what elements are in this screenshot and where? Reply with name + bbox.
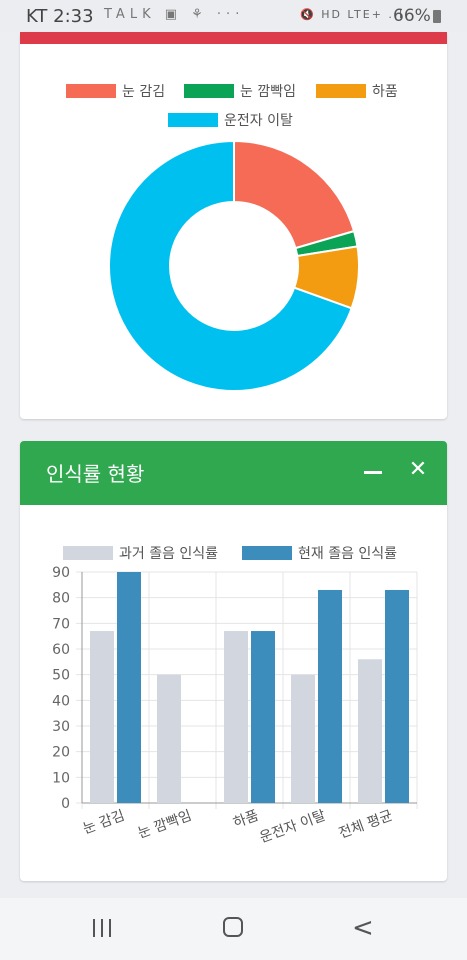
bar[interactable]: [90, 631, 114, 803]
bar[interactable]: [291, 674, 315, 803]
x-tick-label: 눈 감김: [81, 808, 127, 838]
pie-slice[interactable]: [233, 139, 356, 250]
notification-icons: TALK ▣ ⚘ ···: [104, 7, 245, 22]
bar[interactable]: [224, 631, 248, 803]
y-tick-label: 50: [52, 668, 70, 684]
y-tick-label: 70: [52, 616, 70, 632]
x-tick-label: 운전자 이탈: [258, 808, 328, 847]
recognition-rate-card: 인식률 현황 ✕ 과거 졸음 인식률 현재 졸음 인식률 0 10 20 30 40 50…: [20, 441, 447, 881]
y-tick-label: 30: [52, 719, 70, 735]
bar[interactable]: [251, 631, 275, 803]
bar[interactable]: [358, 659, 382, 803]
signal-icons: 🔇 HD LTE+ .ıl: [300, 8, 405, 21]
y-tick-label: 80: [52, 591, 70, 607]
battery-percent: 66%: [393, 6, 431, 26]
y-tick-label: 10: [52, 770, 70, 786]
y-tick-label: 60: [52, 642, 70, 658]
navigation-bar: <: [0, 898, 467, 960]
bar[interactable]: [385, 589, 409, 803]
bar[interactable]: [318, 589, 342, 803]
battery-icon: [433, 10, 441, 23]
back-icon[interactable]: <: [352, 913, 374, 943]
x-tick-label: 눈 깜빡임: [136, 808, 194, 842]
x-tick-label: 하품: [231, 808, 261, 832]
pie-chart-card: 눈 감김 눈 깜빡임 하품 운전자 이탈: [20, 32, 447, 419]
donut-chart: [108, 139, 360, 392]
recent-apps-icon[interactable]: [93, 919, 115, 937]
y-tick-label: 20: [52, 745, 70, 761]
x-tick-label: 전체 평균: [337, 808, 395, 842]
status-bar: KT 2:33 TALK ▣ ⚘ ··· 🔇 HD LTE+ .ıl 66%: [0, 0, 467, 32]
bar[interactable]: [117, 572, 141, 803]
bar-chart: 0 10 20 30 40 50 60 70 80 90 눈 감김 눈 깜빡임 하품운전자 이탈 전체 평…: [52, 565, 418, 847]
y-tick-label: 40: [52, 693, 70, 709]
y-tick-label: 0: [61, 796, 70, 812]
bar[interactable]: [157, 674, 181, 803]
home-icon[interactable]: [223, 917, 243, 937]
carrier-time: KT 2:33: [26, 6, 94, 27]
y-tick-label: 90: [52, 565, 70, 581]
